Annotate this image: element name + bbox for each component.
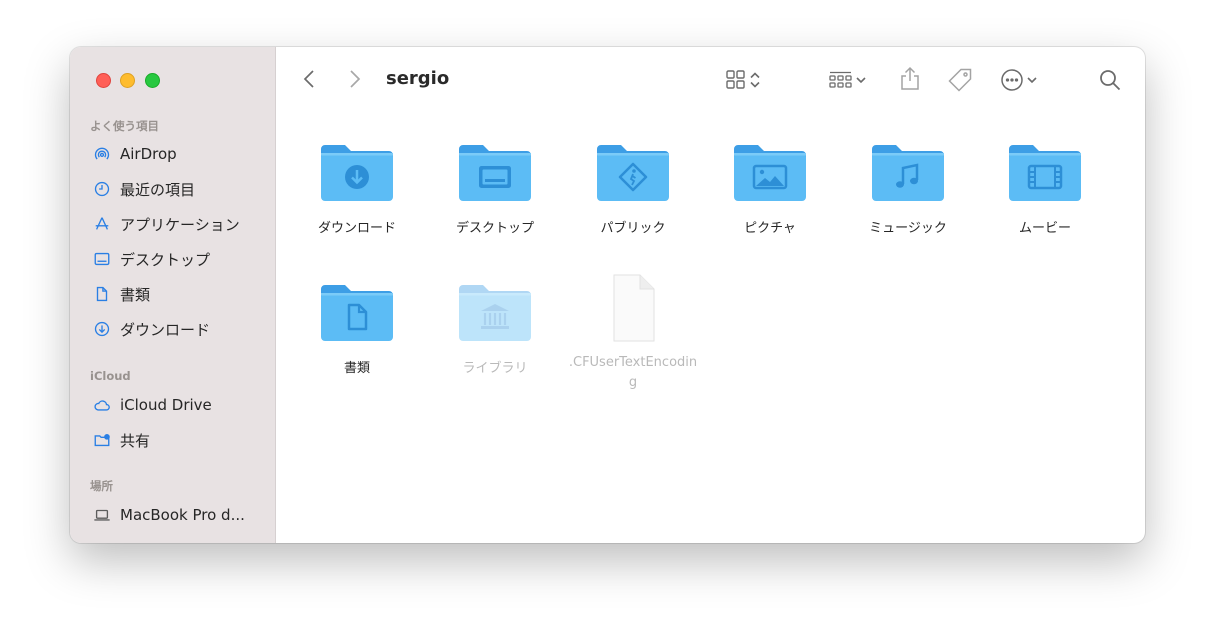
file-grid: ダウンロード デスクトップ パブリック ピクチャ ミュージック ムービー 書類 … [276, 113, 1145, 543]
file-item-movies[interactable]: ムービー [976, 139, 1114, 239]
tag-icon [947, 67, 973, 97]
share-button[interactable] [899, 66, 921, 96]
share-icon [899, 66, 921, 96]
sidebar-item-label: MacBook Pro d... [120, 506, 245, 524]
sidebar-item-label: アプリケーション [120, 215, 240, 234]
laptop-icon [92, 505, 112, 525]
applications-icon [92, 214, 112, 234]
download-folder-icon [319, 139, 395, 203]
ellipsis-circle-icon [1000, 68, 1024, 96]
chevron-down-icon [854, 70, 868, 94]
sidebar-heading-favorites: よく使う項目 [90, 119, 159, 133]
sidebar-item-icloud-drive[interactable]: iCloud Drive [92, 393, 212, 417]
chevron-down-icon [1024, 70, 1040, 94]
file-name: ライブラリ [462, 361, 528, 376]
view-mode-button[interactable] [726, 70, 762, 94]
library-folder-icon [457, 279, 533, 343]
file-item-public[interactable]: パブリック [564, 139, 702, 239]
sidebar-item-recents[interactable]: 最近の項目 [92, 177, 195, 201]
sidebar-item-applications[interactable]: アプリケーション [92, 212, 240, 236]
documents-folder-icon [319, 279, 395, 343]
sidebar-item-label: AirDrop [120, 145, 177, 163]
public-folder-icon [595, 139, 671, 203]
movies-folder-icon [1007, 139, 1083, 203]
sidebar: よく使う項目 AirDrop 最近の項目 アプリケーション デスクトップ 書類 … [70, 47, 276, 543]
file-item-downloads[interactable]: ダウンロード [288, 139, 426, 239]
file-icon [595, 273, 671, 343]
close-window-button[interactable] [96, 73, 111, 88]
file-item-pictures[interactable]: ピクチャ [701, 139, 839, 239]
back-button[interactable] [302, 68, 318, 94]
pictures-folder-icon [732, 139, 808, 203]
sidebar-item-label: デスクトップ [120, 250, 211, 269]
window-title: sergio [386, 68, 450, 89]
search-button[interactable] [1098, 68, 1122, 96]
sidebar-item-label: 最近の項目 [120, 180, 196, 199]
chevron-right-icon [346, 68, 362, 94]
sidebar-item-label: 書類 [120, 285, 151, 304]
file-item-desktop[interactable]: デスクトップ [426, 139, 564, 239]
file-item-cfusertextencoding[interactable]: .CFUserTextEncoding [564, 273, 702, 393]
file-name: パブリック [600, 221, 666, 236]
file-name: .CFUserTextEncoding [568, 355, 698, 390]
forward-button[interactable] [346, 68, 362, 94]
finder-window: よく使う項目 AirDrop 最近の項目 アプリケーション デスクトップ 書類 … [70, 47, 1145, 543]
download-icon [92, 319, 112, 339]
more-actions-button[interactable] [1000, 68, 1040, 96]
tag-button[interactable] [947, 67, 973, 97]
document-icon [92, 284, 112, 304]
toolbar: sergio [276, 47, 1145, 113]
cloud-icon [92, 395, 112, 415]
minimize-window-button[interactable] [120, 73, 135, 88]
file-item-music[interactable]: ミュージック [839, 139, 977, 239]
file-name: 書類 [343, 361, 370, 376]
sidebar-item-downloads[interactable]: ダウンロード [92, 317, 210, 341]
sidebar-item-macbook[interactable]: MacBook Pro d... [92, 503, 245, 527]
sidebar-item-label: iCloud Drive [120, 396, 212, 414]
airdrop-icon [92, 144, 112, 164]
chevron-left-icon [302, 68, 318, 94]
file-name: ムービー [1018, 221, 1071, 236]
file-name: ミュージック [869, 221, 947, 236]
icon-grid-icon [726, 70, 748, 94]
file-item-library[interactable]: ライブラリ [426, 279, 564, 379]
sidebar-heading-icloud: iCloud [90, 369, 131, 383]
desktop-folder-icon [457, 139, 533, 203]
sidebar-item-airdrop[interactable]: AirDrop [92, 142, 177, 166]
file-item-documents[interactable]: 書類 [288, 279, 426, 379]
sidebar-heading-locations: 場所 [90, 479, 113, 493]
file-name: デスクトップ [455, 221, 534, 236]
chevron-up-down-icon [748, 70, 762, 94]
file-name: ピクチャ [744, 221, 796, 236]
clock-icon [92, 179, 112, 199]
group-button[interactable] [828, 70, 868, 94]
sidebar-item-shared[interactable]: 共有 [92, 428, 150, 452]
shared-folder-icon [92, 430, 112, 450]
sidebar-item-documents[interactable]: 書類 [92, 282, 150, 306]
sidebar-item-desktop[interactable]: デスクトップ [92, 247, 210, 271]
zoom-window-button[interactable] [145, 73, 160, 88]
desktop-icon [92, 249, 112, 269]
sidebar-item-label: 共有 [120, 431, 151, 450]
group-grid-icon [828, 70, 854, 94]
search-icon [1098, 68, 1122, 96]
music-folder-icon [870, 139, 946, 203]
sidebar-item-label: ダウンロード [120, 320, 211, 339]
file-name: ダウンロード [317, 221, 396, 236]
